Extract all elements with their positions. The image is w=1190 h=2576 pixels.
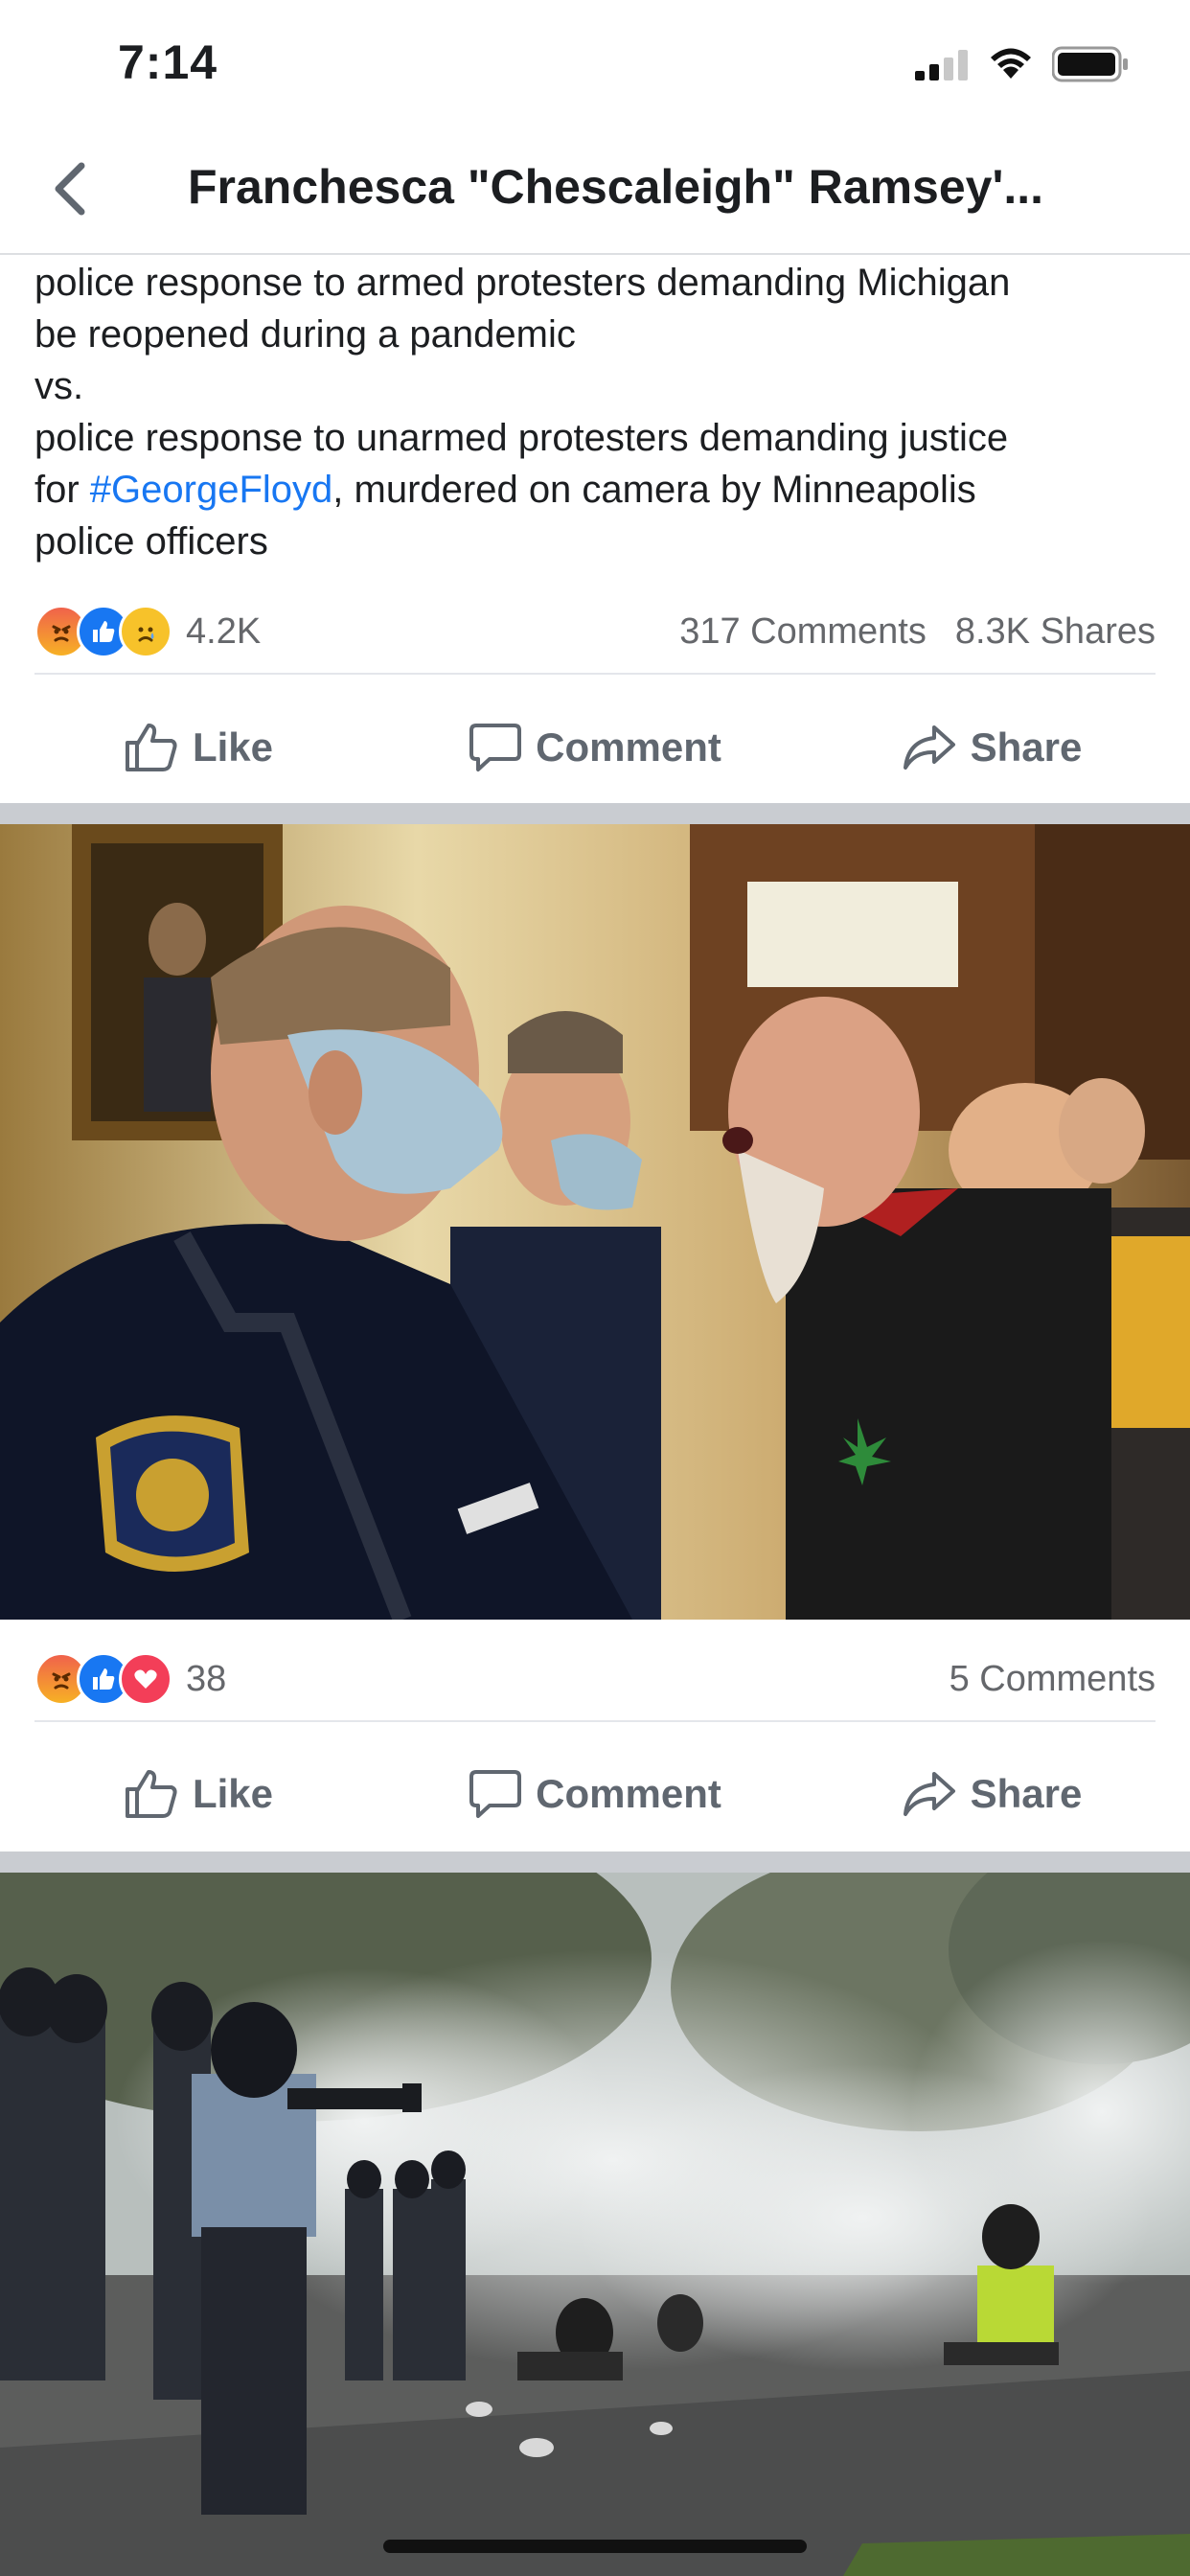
post-text: police response to armed protesters dema… (34, 257, 1156, 567)
feed-divider (0, 1852, 1190, 1873)
reaction-count: 38 (186, 1658, 227, 1699)
share-label: Share (970, 724, 1083, 770)
comment-icon (469, 724, 522, 771)
photo-stats-row: 38 5 Comments (34, 1634, 1156, 1722)
reaction-count: 4.2K (186, 610, 262, 652)
post-text-fragment: , murdered on camera by Minneapolis (332, 469, 976, 511)
sad-reaction-icon (119, 605, 172, 658)
comment-label: Comment (536, 724, 721, 770)
comment-icon (469, 1770, 522, 1818)
share-arrow-icon (903, 1772, 955, 1816)
comment-button[interactable]: Comment (397, 690, 793, 805)
comment-label: Comment (536, 1771, 721, 1816)
chevron-left-icon (55, 162, 85, 216)
post-line: police response to armed protesters dema… (34, 262, 1011, 304)
nav-header: Franchesca "Chescaleigh" Ramsey'... (0, 126, 1190, 255)
thumbs-up-icon (125, 724, 177, 771)
back-button[interactable] (36, 155, 103, 222)
like-button[interactable]: Like (0, 1736, 397, 1852)
post-line: police officers (34, 520, 268, 563)
love-reaction-icon (119, 1652, 172, 1706)
post-line: vs. (34, 365, 84, 407)
page-title: Franchesca "Chescaleigh" Ramsey'... (188, 160, 1044, 214)
post-text-fragment: for (34, 469, 90, 511)
status-time: 7:14 (118, 35, 218, 89)
photo-action-bar: Like Comment Share (0, 1736, 1190, 1852)
share-arrow-icon (903, 725, 955, 770)
cellular-signal-icon (915, 50, 968, 80)
post-line: be reopened during a pandemic (34, 313, 576, 356)
thumbs-up-icon (125, 1770, 177, 1818)
hashtag-link[interactable]: #GeorgeFloyd (90, 469, 332, 511)
status-bar: 7:14 (0, 0, 1190, 126)
battery-icon (1052, 46, 1128, 82)
share-label: Share (970, 1771, 1083, 1816)
capitol-protest-photo (0, 824, 1190, 1620)
comments-count-link[interactable]: 5 Comments (950, 1659, 1156, 1700)
home-indicator (383, 2540, 807, 2553)
reaction-summary[interactable]: 4.2K (34, 605, 262, 658)
reaction-summary[interactable]: 38 (34, 1652, 227, 1706)
share-button[interactable]: Share (793, 690, 1190, 805)
post-stats-row: 4.2K 317 Comments 8.3K Shares (34, 586, 1156, 675)
share-button[interactable]: Share (793, 1736, 1190, 1852)
post-photo-capitol[interactable] (0, 824, 1190, 1620)
shares-count-link[interactable]: 8.3K Shares (955, 611, 1156, 653)
post-photo-minneapolis[interactable] (0, 1873, 1190, 2576)
like-button[interactable]: Like (0, 690, 397, 805)
tear-gas-protest-photo (0, 1873, 1190, 2576)
post-line: police response to unarmed protesters de… (34, 417, 1009, 459)
comment-button[interactable]: Comment (397, 1736, 793, 1852)
comments-count-link[interactable]: 317 Comments (679, 611, 927, 653)
like-label: Like (192, 724, 274, 770)
feed-divider (0, 803, 1190, 824)
post-action-bar: Like Comment Share (0, 690, 1190, 805)
post-line: for #GeorgeFloyd, murdered on camera by … (34, 464, 1156, 516)
wifi-icon (991, 48, 1031, 79)
like-label: Like (192, 1771, 274, 1816)
